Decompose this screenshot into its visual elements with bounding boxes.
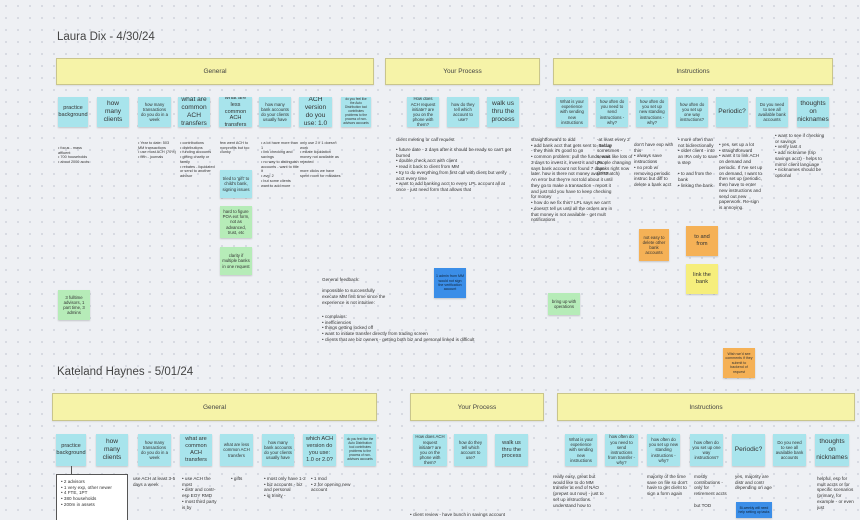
sticky-how-many-clients-2[interactable]: how many clients: [96, 434, 128, 466]
sticky-auto-distribution-2[interactable]: do you feel like the Auto Distribution t…: [344, 434, 376, 466]
notes-clients: • Year to date: 503 MM transactions • us…: [138, 141, 176, 160]
banner-general[interactable]: General: [56, 58, 374, 85]
notes-ach-types: • contributions • distributions • fundin…: [180, 141, 215, 179]
feedback-block: General feedback: impossible to successf…: [322, 271, 392, 311]
sticky-less-common-2[interactable]: what are less common ACH transfers: [220, 434, 253, 466]
notes-nicknames: • want to see if checking or savings • v…: [775, 133, 825, 179]
sticky-periodic[interactable]: Periodic?: [716, 97, 748, 127]
sticky-to-and-from[interactable]: to and from: [686, 226, 718, 256]
whiteboard-canvas[interactable]: Laura Dix - 4/30/24 General Your Process…: [0, 0, 860, 520]
notes-nicknames-2: helpful, esp for mult accts or for speci…: [817, 476, 854, 510]
sticky-walk-process[interactable]: walk us thru the process: [487, 97, 519, 127]
sticky-nicknames[interactable]: thoughts on nicknames: [797, 97, 829, 127]
sticky-link-bank[interactable]: link the bank: [686, 264, 718, 294]
notes-process-list: • future date - 2 days after it should b…: [396, 147, 512, 193]
sticky-ach-version-2[interactable]: which ACH version do you use: 1.0 or 2.0…: [303, 434, 336, 466]
sticky-gift-issue[interactable]: tried to 'gift' to child's bank, signing…: [220, 170, 252, 198]
sticky-adding-2[interactable]: how often do you need to send instructio…: [605, 434, 638, 466]
sticky-bank-accounts-2[interactable]: how many bank accounts do your clients u…: [262, 434, 294, 466]
feedback-title: General feedback:: [322, 276, 360, 282]
sticky-periodic-2[interactable]: Periodic?: [732, 434, 765, 466]
sticky-tell-account-2[interactable]: how do they tell which account to use?: [454, 434, 487, 466]
sticky-bank-accounts[interactable]: how many bank accounts do your clients u…: [259, 97, 291, 127]
sticky-backend-comments[interactable]: Wish we'd see comments if they submit to…: [723, 348, 755, 378]
notes-less-common: few went ACH to nonprofits but too clunk…: [220, 141, 250, 155]
notes-bank-accounts: • a lot have more than 1 • link checking…: [261, 141, 299, 188]
sticky-experience[interactable]: What is your experience with sending new…: [556, 97, 588, 127]
notes-adding-2: majority of the time save on file so don…: [647, 474, 688, 497]
notes-periodic: • yes, set up a lot • straightforward • …: [719, 142, 763, 211]
notes-ach-version: only use 2 if 1 doesn't work • estate li…: [300, 141, 341, 179]
banner-instructions[interactable]: Instructions: [553, 58, 833, 85]
banner-instructions-2[interactable]: Instructions: [557, 393, 855, 421]
notes-experience-2: really easy, great but would like to do …: [553, 474, 604, 508]
practice-box: • 2 advisors • 1 very exp, other newer •…: [56, 474, 128, 520]
sticky-admin-verify[interactable]: 1 admin from MM would not sign the verif…: [434, 268, 466, 298]
notes-less-common-2: • gifts: [231, 476, 243, 481]
sticky-auto-distribution[interactable]: do you feel like the Auto Distribution t…: [341, 97, 371, 127]
notes-periodic-2: yes, majority are distr and contr depend…: [735, 474, 772, 491]
sticky-multiple-banks[interactable]: clarity if multiple banks in one request: [220, 247, 252, 275]
connector-line: [71, 466, 72, 474]
notes-practice-2: • 2 advisors • 1 very exp, other newer •…: [61, 479, 112, 507]
sticky-common-ach[interactable]: what are common ACH transfers: [178, 97, 210, 127]
notes-practice: • focus - mass affluent • 700 households…: [58, 146, 90, 165]
sticky-ach-request-2[interactable]: How does ACH request initiate? are you o…: [413, 434, 447, 466]
notes-experience: -at least every 2 -3x/day sometimes -see…: [597, 137, 633, 177]
sticky-practice-background[interactable]: practice background: [58, 97, 88, 127]
sticky-ach-request[interactable]: How does ACH request initiate? are you o…: [407, 97, 439, 127]
sticky-new-instructions[interactable]: how often do you set up new standing ins…: [636, 97, 668, 127]
sticky-new-instructions-2[interactable]: how often do you set up new standing ins…: [647, 434, 680, 466]
sticky-fulltime-advisors[interactable]: 3 fulltime advisors, 1 part time, 3 admi…: [58, 290, 90, 320]
sticky-transactions-per-week[interactable]: how many transactions do you do in a wee…: [138, 97, 171, 127]
sticky-adding-instructions[interactable]: how often do you need to send instructio…: [596, 97, 628, 127]
sticky-one-way-2[interactable]: how often do you set up one way instruct…: [690, 434, 723, 466]
sticky-practice-background-2[interactable]: practice background: [56, 434, 86, 466]
sticky-tell-account[interactable]: how do they tell which account to use?: [447, 97, 479, 127]
sticky-bring-up-ops[interactable]: bring up with operations: [548, 293, 580, 315]
banner-general-2[interactable]: General: [52, 393, 377, 421]
section-title-laura: Laura Dix - 4/30/24: [57, 31, 155, 43]
notes-send-new: • more often than not bidirectionally • …: [678, 137, 718, 188]
banner-your-process[interactable]: Your Process: [385, 58, 540, 85]
sticky-how-many-clients[interactable]: how many clients: [97, 97, 129, 127]
sticky-delete-accounts[interactable]: not easy to delete other bank accounts: [639, 229, 669, 261]
sticky-transactions-2[interactable]: how many transactions do you do in a wee…: [138, 434, 171, 466]
sticky-walk-process-2[interactable]: walk us thru the process: [495, 434, 528, 466]
notes-bank-accounts-2: • most only have 1-2 • biz accounts - bi…: [264, 476, 306, 499]
feedback-list: • complains: • inefficiencies • things g…: [322, 314, 475, 342]
sticky-one-way[interactable]: how often do you set up one way instruct…: [676, 97, 708, 127]
notes-clients-2: use ACH at least 3-5 days a week: [133, 476, 176, 487]
banner-your-process-2[interactable]: Your Process: [410, 393, 544, 421]
feedback-intro: impossible to successfully execute MM fi…: [322, 288, 386, 305]
sticky-see-all-accounts[interactable]: Do you need to see all available bank ac…: [756, 97, 788, 127]
notes-request: client meeting or call request: [396, 137, 455, 142]
sticky-experience-2[interactable]: What is your experience with sending new…: [565, 434, 597, 466]
notes-ach-version-2: • 1 mod • 2 for opening new account: [311, 476, 351, 493]
sticky-see-all-2[interactable]: Do you need to see all available bank ac…: [773, 434, 806, 466]
notes-one-way-2: mostly contributions - only for retireme…: [694, 474, 727, 508]
notes-adding: don't have exp with this • always save i…: [634, 142, 674, 188]
sticky-ach-version[interactable]: which ACH version do you use: 1.0 or 2.0…: [299, 97, 332, 127]
notes-ach-types-2: • use ACH the most • distr and contr- es…: [182, 476, 217, 510]
sticky-common-ach-2[interactable]: what are common ACH transfers: [180, 434, 212, 466]
notes-process-2: • client review - have bunch in savings …: [410, 512, 506, 517]
section-title-kateland: Kateland Haynes - 5/01/24: [57, 366, 194, 378]
sticky-poa-form[interactable]: hard to figure POA ext form, not as adva…: [220, 206, 252, 238]
sticky-nicknames-2[interactable]: thoughts on nicknames: [815, 434, 849, 466]
sticky-less-common-ach[interactable]: what are less common ACH transfers: [219, 97, 252, 127]
sticky-biweekly[interactable]: Bi-weekly will need help setting up task…: [736, 502, 772, 518]
